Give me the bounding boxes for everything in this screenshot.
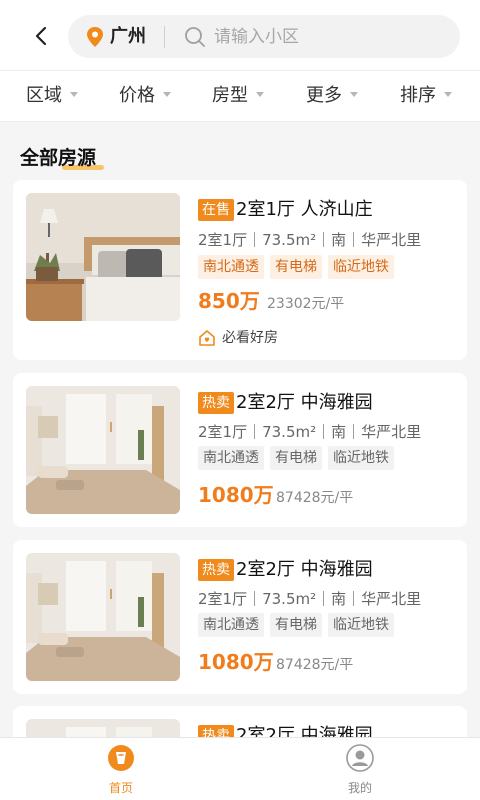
filter-area[interactable]: 区域	[26, 84, 78, 108]
listing-card[interactable]: 在售 2室1厅 人济山庄 2室1厅｜73.5m²｜南｜华严北里 南北通透 有电梯临…	[13, 180, 467, 360]
section-title: 全部房源	[20, 145, 104, 171]
listing-price: 1080万	[198, 650, 274, 674]
listing-meta: 2室1厅｜73.5m²｜南｜华严北里	[198, 231, 422, 249]
listing-photo	[26, 553, 180, 681]
bottom-tab-bar: 首页 我的	[0, 737, 480, 800]
listing-photo	[26, 386, 180, 514]
filter-price[interactable]: 价格	[119, 84, 171, 108]
dropdown-triangle-icon	[350, 91, 358, 97]
filter-label: 房型	[212, 85, 248, 106]
section-title-text: 全部房源	[20, 147, 97, 169]
bedroom-photo	[26, 553, 180, 681]
back-arrow-icon[interactable]	[30, 24, 54, 48]
dropdown-triangle-icon	[256, 91, 264, 97]
search-bar[interactable]: 广州 请输入小区	[68, 15, 460, 58]
filter-label: 更多	[306, 85, 342, 106]
status-badge: 热卖	[198, 392, 234, 414]
bedroom-photo	[26, 193, 180, 321]
top-bar: 广州 请输入小区	[0, 0, 480, 70]
house-heart-icon	[199, 330, 215, 346]
status-badge: 热卖	[198, 559, 234, 581]
listing-title: 2室1厅 人济山庄	[236, 199, 373, 220]
tab-mine[interactable]: 我的	[330, 744, 390, 796]
tag: 有电梯	[270, 446, 322, 470]
filter-sort[interactable]: 排序	[400, 84, 452, 108]
location-pin-icon	[87, 27, 103, 47]
filter-layout[interactable]: 房型	[212, 84, 264, 108]
tag: 有电梯	[270, 255, 322, 279]
search-icon	[185, 27, 205, 47]
tab-label: 首页	[108, 781, 133, 795]
listing-title: 2室2厅 中海雅园	[236, 392, 373, 413]
filter-label: 价格	[119, 85, 155, 106]
divider	[164, 26, 165, 48]
listing-title: 2室2厅 中海雅园	[236, 559, 373, 580]
tag-list: 南北通透 有电梯 临近地铁	[198, 446, 400, 470]
dropdown-triangle-icon	[70, 91, 78, 97]
listing-meta: 2室1厅｜73.5m²｜南｜华严北里	[198, 423, 422, 441]
unit-price: 23302元/平	[267, 296, 345, 312]
status-badge: 在售	[198, 199, 234, 221]
user-icon	[346, 744, 374, 772]
must-see-label: 必看好房	[198, 328, 278, 348]
search-input[interactable]: 请输入小区	[214, 25, 299, 49]
dropdown-triangle-icon	[163, 91, 171, 97]
listing-price: 1080万	[198, 483, 274, 507]
tab-home[interactable]: 首页	[91, 744, 151, 796]
listing-price: 850万	[198, 289, 260, 313]
filter-label: 区域	[26, 85, 62, 106]
tab-label: 我的	[347, 781, 372, 795]
tag: 临近地铁	[328, 446, 394, 470]
filter-label: 排序	[400, 85, 436, 106]
filter-bar: 区域 价格 房型 更多 排序	[0, 70, 480, 122]
bedroom-photo	[26, 386, 180, 514]
must-see-text: 必看好房	[222, 330, 278, 346]
listing-photo	[26, 193, 180, 321]
tag: 南北通透	[198, 255, 264, 279]
tag: 南北通透	[198, 613, 264, 637]
home-icon	[108, 745, 134, 771]
tag-list: 南北通透 有电梯 临近地铁	[198, 613, 400, 637]
listing-meta: 2室1厅｜73.5m²｜南｜华严北里	[198, 590, 422, 608]
unit-price: 87428元/平	[276, 657, 354, 673]
unit-price: 87428元/平	[276, 490, 354, 506]
listing-card[interactable]: 热卖 2室2厅 中海雅园 2室1厅｜73.5m²｜南｜华严北里 南北通透 有电梯临…	[13, 540, 467, 694]
dropdown-triangle-icon	[444, 91, 452, 97]
tag: 临近地铁	[328, 255, 394, 279]
tag: 临近地铁	[328, 613, 394, 637]
city-selector[interactable]: 广州	[110, 25, 146, 49]
listing-card[interactable]: 热卖 2室2厅 中海雅园 2室1厅｜73.5m²｜南｜华严北里 南北通透 有电梯临…	[13, 373, 467, 527]
tag: 有电梯	[270, 613, 322, 637]
tag-list: 南北通透 有电梯 临近地铁	[198, 255, 400, 279]
tag: 南北通透	[198, 446, 264, 470]
filter-more[interactable]: 更多	[306, 84, 358, 108]
